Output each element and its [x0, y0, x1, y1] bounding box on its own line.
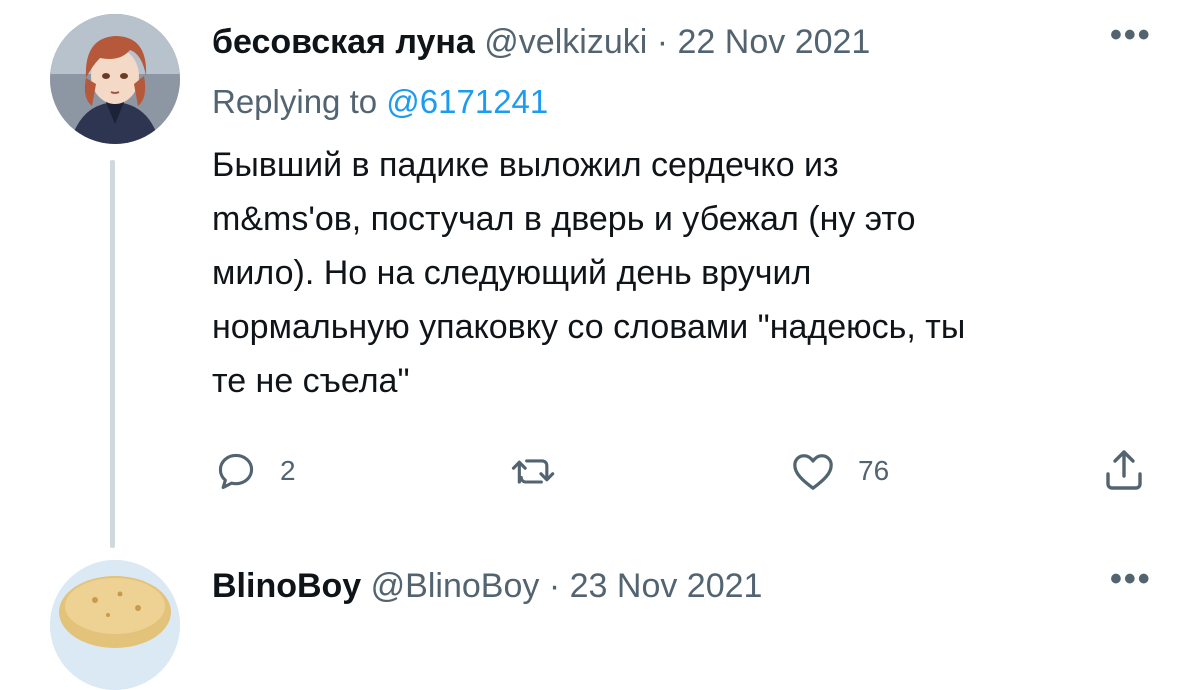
tweet-text-line: m&ms'ов, постучал в дверь и убежал (ну э…: [212, 200, 916, 238]
display-name[interactable]: BlinoBoy: [212, 567, 361, 605]
avatar[interactable]: [50, 560, 180, 690]
more-icon[interactable]: •••: [1110, 560, 1152, 599]
share-icon: [1106, 450, 1142, 490]
display-name[interactable]: бесовская луна: [212, 23, 475, 61]
retweet-icon: [511, 459, 555, 484]
handle[interactable]: @velkizuki: [484, 23, 647, 61]
separator: ·: [548, 567, 561, 605]
like-icon: [793, 454, 833, 490]
tweet-date[interactable]: 22 Nov 2021: [678, 23, 871, 61]
tweet-text-line: те не съела": [212, 362, 410, 400]
share-button[interactable]: [1102, 446, 1146, 494]
reply-icon: [218, 453, 254, 490]
reply-count: 2: [280, 455, 296, 486]
retweet-button[interactable]: [510, 449, 558, 493]
tweet-text-line: нормальную упаковку со словами "надеюсь,…: [212, 308, 966, 346]
replying-mention[interactable]: @6171241: [386, 83, 548, 120]
tweet-text-line: Бывший в падике выложил сердечко из: [212, 146, 839, 184]
avatar[interactable]: [50, 14, 180, 144]
handle[interactable]: @BlinoBoy: [371, 567, 540, 605]
tweet-header: бесовская луна @velkizuki · 22 Nov 2021: [212, 22, 870, 62]
like-count: 76: [858, 455, 890, 486]
separator: ·: [656, 23, 669, 61]
more-icon[interactable]: •••: [1110, 16, 1152, 55]
avatar-image: [50, 14, 180, 144]
avatar-image: [50, 560, 180, 690]
tweet-date[interactable]: 23 Nov 2021: [570, 567, 763, 605]
like-button[interactable]: 76: [790, 449, 889, 493]
replying-to: Replying to @6171241: [212, 82, 548, 122]
next-tweet-header: BlinoBoy @BlinoBoy · 23 Nov 2021: [212, 566, 762, 606]
tweet-text-line: мило). Но на следующий день вручил: [212, 254, 812, 292]
replying-prefix: Replying to: [212, 83, 378, 120]
thread-line: [110, 160, 115, 548]
reply-button[interactable]: 2: [214, 449, 296, 493]
tweet-text: Бывший в падике выложил сердечко из m&ms…: [212, 138, 1162, 408]
